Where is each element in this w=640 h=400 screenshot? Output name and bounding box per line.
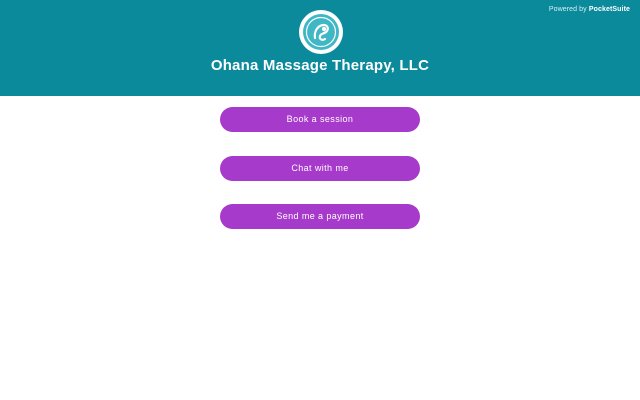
- powered-by-prefix: Powered by: [548, 6, 589, 13]
- book-session-button[interactable]: Book a session: [220, 107, 420, 132]
- powered-by-text[interactable]: Powered by PocketSuite: [549, 6, 630, 13]
- pocketsuite-brand[interactable]: PocketSuite: [589, 6, 630, 13]
- chat-button[interactable]: Chat with me: [220, 156, 420, 181]
- business-logo-icon: [299, 10, 343, 54]
- send-payment-button[interactable]: Send me a payment: [220, 204, 420, 229]
- business-name-title: Ohana Massage Therapy, LLC: [210, 57, 430, 74]
- page-header: Powered by PocketSuite Ohana Massage The…: [0, 0, 640, 96]
